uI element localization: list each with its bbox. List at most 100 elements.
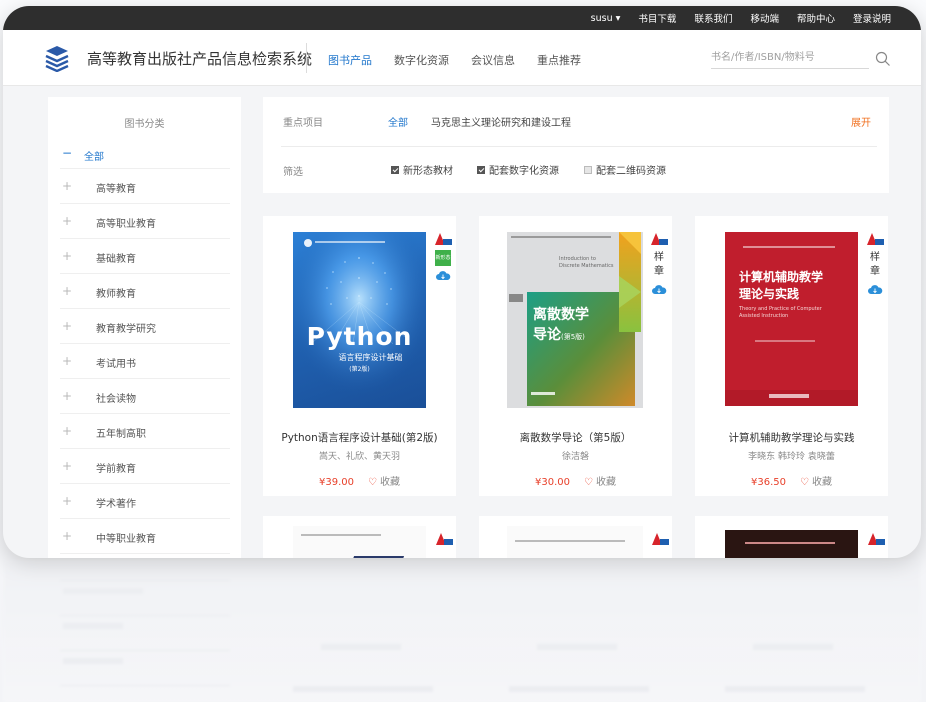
sidebar-title: 图书分类 [124, 119, 165, 130]
book-title[interactable]: 计算机辅助教学理论与实践 [695, 430, 888, 445]
book-cover[interactable]: 计算机辅助教学 理论与实践 Theory and Practice of Com… [725, 232, 858, 406]
checkbox-unchecked-icon [584, 165, 592, 174]
collapse-icon: − [62, 146, 73, 160]
nav-books[interactable]: 图书产品 [328, 52, 372, 68]
a-logo-icon[interactable] [651, 532, 669, 546]
category-item[interactable]: + 学前教育 [60, 449, 230, 484]
sample-chapter-badge[interactable]: 样章 [653, 250, 665, 280]
book-authors: 嵩天、礼欣、黄天羽 [318, 452, 400, 462]
category-item[interactable]: + 考试用书 [60, 344, 230, 379]
site-title: 高等教育出版社产品信息检索系统 [87, 50, 313, 68]
topbar-link-contact[interactable]: 联系我们 [694, 11, 732, 25]
filter-divider [281, 146, 877, 147]
a-logo-icon[interactable] [650, 232, 668, 246]
category-item[interactable]: + 五年制高职 [60, 414, 230, 449]
heart-icon: ♡ [800, 477, 809, 488]
topbar-link-login-help[interactable]: 登录说明 [853, 11, 891, 25]
cloud-download-icon[interactable] [651, 284, 667, 295]
price-line: ¥39.00 ♡ 收藏 [263, 473, 456, 488]
key-project-option[interactable]: 马克思主义理论研究和建设工程 [431, 114, 571, 129]
key-project-all[interactable]: 全部 [388, 114, 408, 129]
expand-icon: + [62, 214, 73, 228]
sample-chapter-badge[interactable]: 样章 [869, 250, 881, 280]
category-item[interactable]: + 学术著作 [60, 484, 230, 519]
nav-conferences[interactable]: 会议信息 [471, 52, 515, 68]
book-card-partial[interactable] [479, 516, 672, 558]
book-title[interactable]: Python语言程序设计基础(第2版) [263, 430, 456, 445]
new-form-icon[interactable]: 新形态 [435, 250, 451, 266]
checkbox-checked-icon [477, 165, 485, 174]
key-project-label: 重点项目 [283, 118, 323, 129]
book-cover[interactable] [725, 530, 858, 558]
a-logo-icon[interactable] [867, 532, 885, 546]
cloud-download-icon[interactable] [435, 270, 451, 281]
cloud-download-icon[interactable] [867, 284, 883, 295]
category-item[interactable]: + 高等教育 [60, 169, 230, 204]
book-card-partial[interactable] [263, 516, 456, 558]
window-reflection [3, 560, 921, 702]
book-badges: 样章 [649, 232, 669, 295]
cover-title-2: 理论与实践 [739, 287, 800, 301]
a-logo-icon[interactable] [434, 232, 452, 246]
price-line: ¥30.00 ♡ 收藏 [479, 473, 672, 488]
book-title[interactable]: 离散数学导论（第5版） [479, 430, 672, 445]
category-item[interactable]: + 社会读物 [60, 379, 230, 414]
header-divider [306, 43, 307, 73]
topbar-link-catalog[interactable]: 书目下载 [638, 11, 676, 25]
expand-icon: + [62, 319, 73, 333]
filter-digital-resource-checkbox[interactable]: 配套数字化资源 [477, 162, 559, 177]
browser-window: susu ▾ 书目下载 联系我们 移动端 帮助中心 登录说明 高等教育出版社产品… [3, 6, 921, 558]
book-cover[interactable] [293, 526, 426, 558]
a-logo-icon[interactable] [866, 232, 884, 246]
expand-icon: + [62, 494, 73, 508]
category-item[interactable]: + 高等职业教育 [60, 204, 230, 239]
heart-icon: ♡ [584, 477, 593, 488]
cover-title-2: 导论(第5版) [533, 327, 585, 343]
filter-panel: 重点项目 全部 马克思主义理论研究和建设工程 展开 筛选 新形态教材 配套数字化… [263, 97, 889, 193]
category-list: − 全部 + 高等教育 + 高等职业教育 + 基础教育 + 教师教育 + 教育教学研究 + 考… [60, 139, 230, 554]
screenshot-stage: susu ▾ 书目下载 联系我们 移动端 帮助中心 登录说明 高等教育出版社产品… [0, 0, 926, 702]
filter-qrcode-checkbox[interactable]: 配套二维码资源 [584, 162, 666, 177]
search-icon[interactable] [875, 51, 891, 67]
a-logo-icon[interactable] [435, 532, 453, 546]
category-item[interactable]: + 教育教学研究 [60, 309, 230, 344]
topbar-link-help[interactable]: 帮助中心 [797, 11, 835, 25]
book-card-partial[interactable] [695, 516, 888, 558]
favorite-button[interactable]: ♡ 收藏 [800, 477, 832, 488]
site-header: 高等教育出版社产品信息检索系统 图书产品 数字化资源 会议信息 重点推荐 [3, 30, 921, 86]
nav-digital-resources[interactable]: 数字化资源 [394, 52, 449, 68]
cover-title: 计算机辅助教学 [739, 270, 824, 284]
expand-icon: + [62, 459, 73, 473]
book-badges: 样章 [865, 232, 885, 295]
topbar-link-mobile[interactable]: 移动端 [750, 11, 779, 25]
book-card[interactable]: 计算机辅助教学 理论与实践 Theory and Practice of Com… [695, 216, 888, 496]
filter-new-form-checkbox[interactable]: 新形态教材 [391, 162, 453, 177]
category-item-all[interactable]: − 全部 [60, 139, 230, 169]
category-item[interactable]: + 基础教育 [60, 239, 230, 274]
main-nav: 图书产品 数字化资源 会议信息 重点推荐 [328, 52, 581, 68]
search-input[interactable] [711, 47, 861, 67]
expand-icon: + [62, 249, 73, 263]
nav-recommended[interactable]: 重点推荐 [537, 52, 581, 68]
search-box [711, 47, 869, 69]
expand-icon: + [62, 179, 73, 193]
user-menu[interactable]: susu ▾ [591, 13, 621, 24]
book-cover[interactable]: Python 语言程序设计基础 (第2版) [293, 232, 426, 408]
cover-en-title: Introduction to Discrete Mathematics [559, 256, 614, 269]
expand-button[interactable]: 展开 [851, 114, 871, 129]
favorite-button[interactable]: ♡ 收藏 [368, 477, 400, 488]
publisher-logo-icon[interactable] [43, 44, 71, 72]
heart-icon: ♡ [368, 477, 377, 488]
cover-art [293, 232, 426, 408]
book-cover[interactable]: Introduction to Discrete Mathematics 离散数… [507, 232, 643, 408]
category-item[interactable]: + 教师教育 [60, 274, 230, 309]
book-cover[interactable] [507, 526, 643, 558]
book-card[interactable]: Python 语言程序设计基础 (第2版) 新形态 Python语言程序设计基础… [263, 216, 456, 496]
category-item[interactable]: + 中等职业教育 [60, 519, 230, 554]
category-sidebar: 图书分类 − 全部 + 高等教育 + 高等职业教育 + 基础教育 + 教师教育 + 教育教学… [48, 97, 241, 558]
book-authors: 李晓东 韩玲玲 袁晓蕾 [748, 452, 835, 462]
book-price: ¥36.50 [751, 477, 787, 488]
favorite-button[interactable]: ♡ 收藏 [584, 477, 616, 488]
book-card[interactable]: Introduction to Discrete Mathematics 离散数… [479, 216, 672, 496]
expand-icon: + [62, 284, 73, 298]
